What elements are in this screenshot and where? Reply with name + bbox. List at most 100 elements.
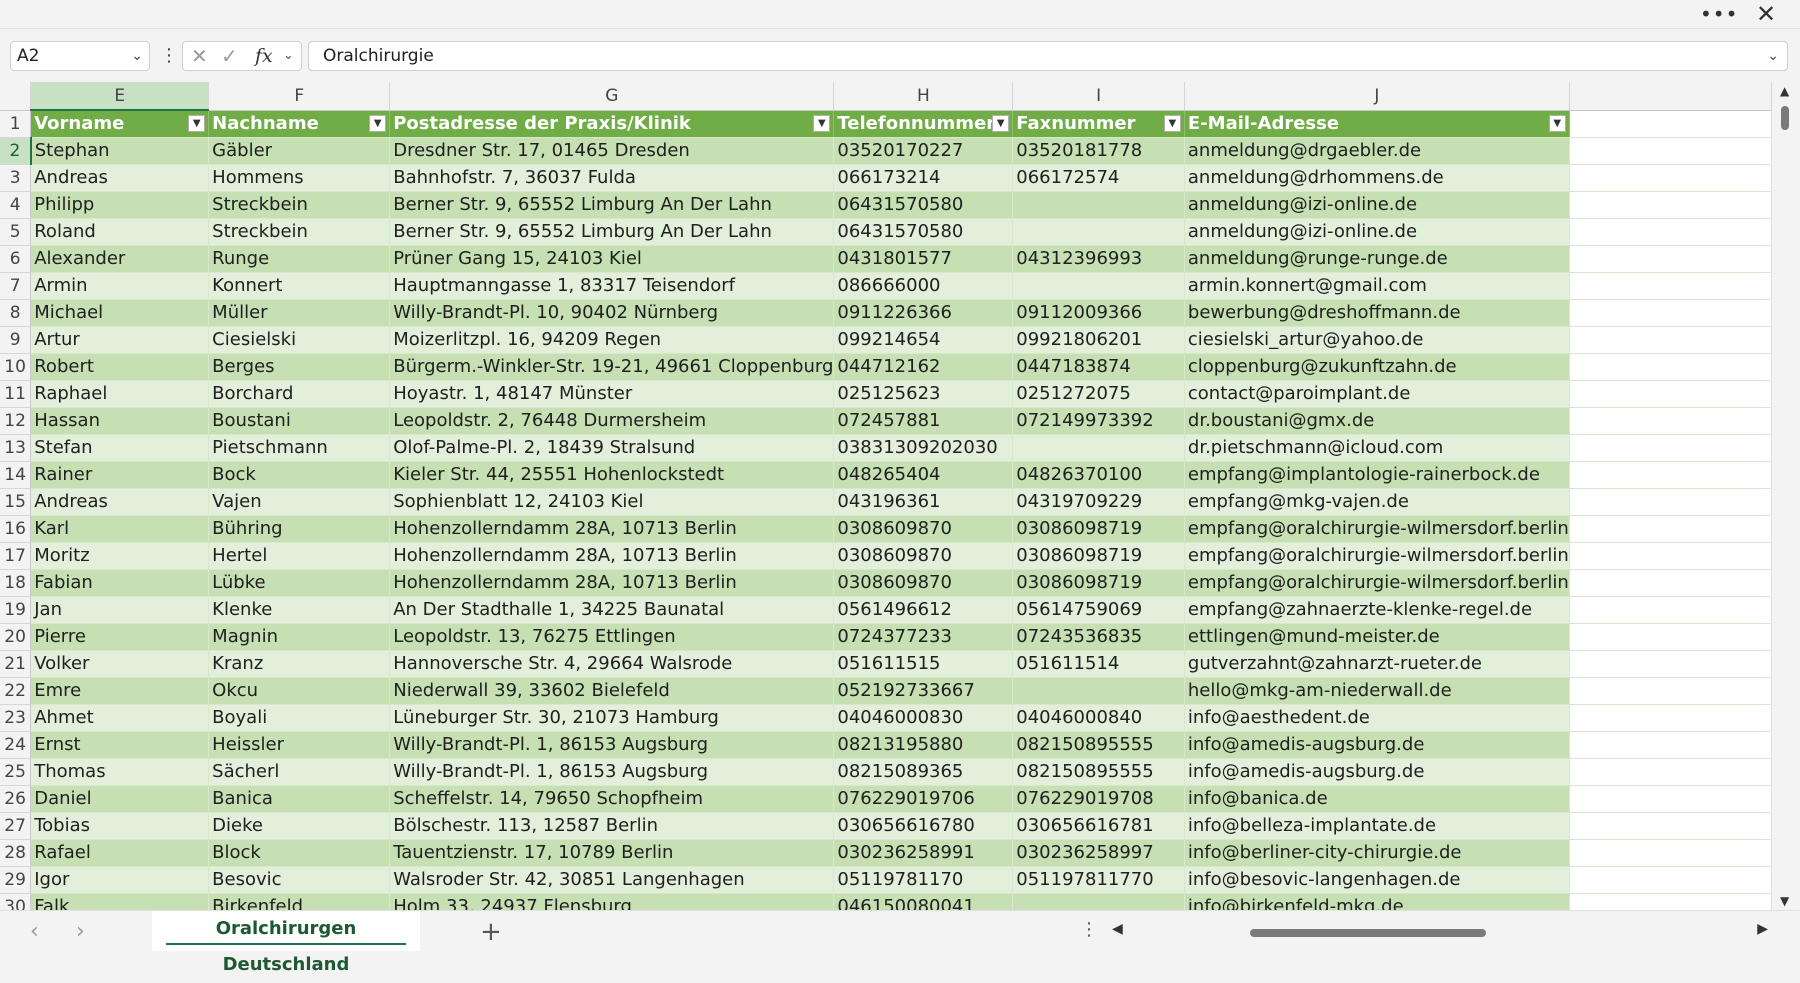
table-cell[interactable]: anmeldung@drhommens.de (1184, 164, 1570, 192)
table-cell[interactable]: Block (208, 839, 391, 867)
table-cell[interactable]: 03086098719 (1012, 569, 1185, 597)
row-header[interactable]: 24 (0, 731, 32, 759)
table-cell[interactable] (1012, 218, 1185, 246)
table-cell[interactable]: 0447183874 (1012, 353, 1185, 381)
empty-cell[interactable] (1569, 137, 1772, 165)
table-cell[interactable]: Artur (30, 326, 210, 354)
table-cell[interactable]: Hertel (208, 542, 391, 570)
add-sheet-icon[interactable]: + (480, 917, 502, 947)
empty-cell[interactable] (1569, 866, 1772, 894)
table-cell[interactable]: Stephan (30, 137, 210, 165)
insert-function-icon[interactable]: fx (255, 42, 273, 70)
table-cell[interactable]: Boustani (208, 407, 391, 435)
filter-dropdown-icon[interactable]: ▼ (992, 114, 1010, 132)
table-cell[interactable]: Hannoversche Str. 4, 29664 Walsrode (389, 650, 835, 678)
table-cell[interactable]: ciesielski_artur@yahoo.de (1184, 326, 1570, 354)
row-header[interactable]: 4 (0, 191, 32, 219)
table-cell[interactable]: hello@mkg-am-niederwall.de (1184, 677, 1570, 705)
empty-cell[interactable] (1569, 461, 1772, 489)
row-header[interactable]: 20 (0, 623, 32, 651)
table-cell[interactable]: 09112009366 (1012, 299, 1185, 327)
table-cell[interactable]: empfang@oralchirurgie-wilmersdorf.berlin (1184, 569, 1570, 597)
table-cell[interactable]: Banica (208, 785, 391, 813)
table-cell[interactable]: 066172574 (1012, 164, 1185, 192)
table-cell[interactable]: 044712162 (833, 353, 1014, 381)
column-header[interactable]: F (208, 82, 391, 111)
row-header[interactable]: 29 (0, 866, 32, 894)
table-cell[interactable]: Scheffelstr. 14, 79650 Schopfheim (389, 785, 835, 813)
row-header[interactable]: 25 (0, 758, 32, 786)
table-cell[interactable]: 051197811770 (1012, 866, 1185, 894)
table-cell[interactable]: bewerbung@dreshoffmann.de (1184, 299, 1570, 327)
table-cell[interactable]: 07243536835 (1012, 623, 1185, 651)
table-cell[interactable] (1012, 191, 1185, 219)
empty-cell[interactable] (1569, 785, 1772, 813)
row-header[interactable]: 9 (0, 326, 32, 354)
row-header[interactable]: 11 (0, 380, 32, 408)
empty-cell[interactable] (1569, 272, 1772, 300)
table-cell[interactable]: 030656616780 (833, 812, 1014, 840)
empty-cell[interactable] (1569, 434, 1772, 462)
table-cell[interactable]: Pierre (30, 623, 210, 651)
table-cell[interactable]: Lübke (208, 569, 391, 597)
row-header[interactable]: 3 (0, 164, 32, 192)
table-cell[interactable]: Boyali (208, 704, 391, 732)
table-cell[interactable]: 076229019706 (833, 785, 1014, 813)
scroll-right-icon[interactable]: ▶ (1757, 921, 1768, 937)
table-cell[interactable]: Borchard (208, 380, 391, 408)
table-cell[interactable]: An Der Stadthalle 1, 34225 Baunatal (389, 596, 835, 624)
scroll-left-icon[interactable]: ◀ (1112, 921, 1123, 937)
table-cell[interactable]: Heissler (208, 731, 391, 759)
table-cell[interactable]: empfang@zahnaerzte-klenke-regel.de (1184, 596, 1570, 624)
table-cell[interactable]: 0251272075 (1012, 380, 1185, 408)
table-cell[interactable]: 082150895555 (1012, 758, 1185, 786)
table-cell[interactable]: Rainer (30, 461, 210, 489)
table-cell[interactable]: Karl (30, 515, 210, 543)
table-cell[interactable]: Bölschestr. 113, 12587 Berlin (389, 812, 835, 840)
table-cell[interactable]: 030236258997 (1012, 839, 1185, 867)
table-cell[interactable]: Andreas (30, 488, 210, 516)
table-cell[interactable]: Prüner Gang 15, 24103 Kiel (389, 245, 835, 273)
table-cell[interactable]: Müller (208, 299, 391, 327)
row-header[interactable]: 2 (0, 137, 32, 165)
table-cell[interactable]: 06431570580 (833, 191, 1014, 219)
table-cell[interactable]: 0911226366 (833, 299, 1014, 327)
row-header[interactable]: 13 (0, 434, 32, 462)
table-cell[interactable]: Vajen (208, 488, 391, 516)
table-cell[interactable]: empfang@mkg-vajen.de (1184, 488, 1570, 516)
row-header[interactable]: 17 (0, 542, 32, 570)
row-header[interactable]: 28 (0, 839, 32, 867)
empty-cell[interactable] (1569, 758, 1772, 786)
table-cell[interactable]: Emre (30, 677, 210, 705)
row-header[interactable]: 7 (0, 272, 32, 300)
filter-dropdown-icon[interactable]: ▼ (1548, 114, 1566, 132)
empty-cell[interactable] (1569, 623, 1772, 651)
empty-cell[interactable] (1569, 407, 1772, 435)
table-cell[interactable]: Birkenfeld (208, 893, 391, 910)
table-cell[interactable]: 06431570580 (833, 218, 1014, 246)
table-cell[interactable]: cloppenburg@zukunftzahn.de (1184, 353, 1570, 381)
table-cell[interactable]: 05119781170 (833, 866, 1014, 894)
filter-dropdown-icon[interactable]: ▼ (369, 114, 387, 132)
table-cell[interactable]: 03831309202030 (833, 434, 1014, 462)
table-cell[interactable]: 09921806201 (1012, 326, 1185, 354)
scroll-thumb[interactable] (1781, 106, 1789, 130)
row-header[interactable]: 15 (0, 488, 32, 516)
formula-input[interactable]: Oralchirurgie ⌄ (308, 41, 1788, 71)
table-cell[interactable]: empfang@oralchirurgie-wilmersdorf.berlin (1184, 515, 1570, 543)
table-cell[interactable]: 086666000 (833, 272, 1014, 300)
row-header[interactable]: 6 (0, 245, 32, 273)
table-cell[interactable]: Ahmet (30, 704, 210, 732)
table-cell[interactable]: Moizerlitzpl. 16, 94209 Regen (389, 326, 835, 354)
table-cell[interactable]: Berges (208, 353, 391, 381)
table-cell[interactable]: 030656616781 (1012, 812, 1185, 840)
row-header[interactable]: 16 (0, 515, 32, 543)
table-cell[interactable]: info@belleza-implantate.de (1184, 812, 1570, 840)
table-cell[interactable]: info@amedis-augsburg.de (1184, 758, 1570, 786)
table-cell[interactable]: Dresdner Str. 17, 01465 Dresden (389, 137, 835, 165)
table-cell[interactable]: Fabian (30, 569, 210, 597)
empty-cell[interactable] (1569, 650, 1772, 678)
row-header[interactable]: 26 (0, 785, 32, 813)
empty-cell[interactable] (1569, 164, 1772, 192)
table-cell[interactable]: Kieler Str. 44, 25551 Hohenlockstedt (389, 461, 835, 489)
